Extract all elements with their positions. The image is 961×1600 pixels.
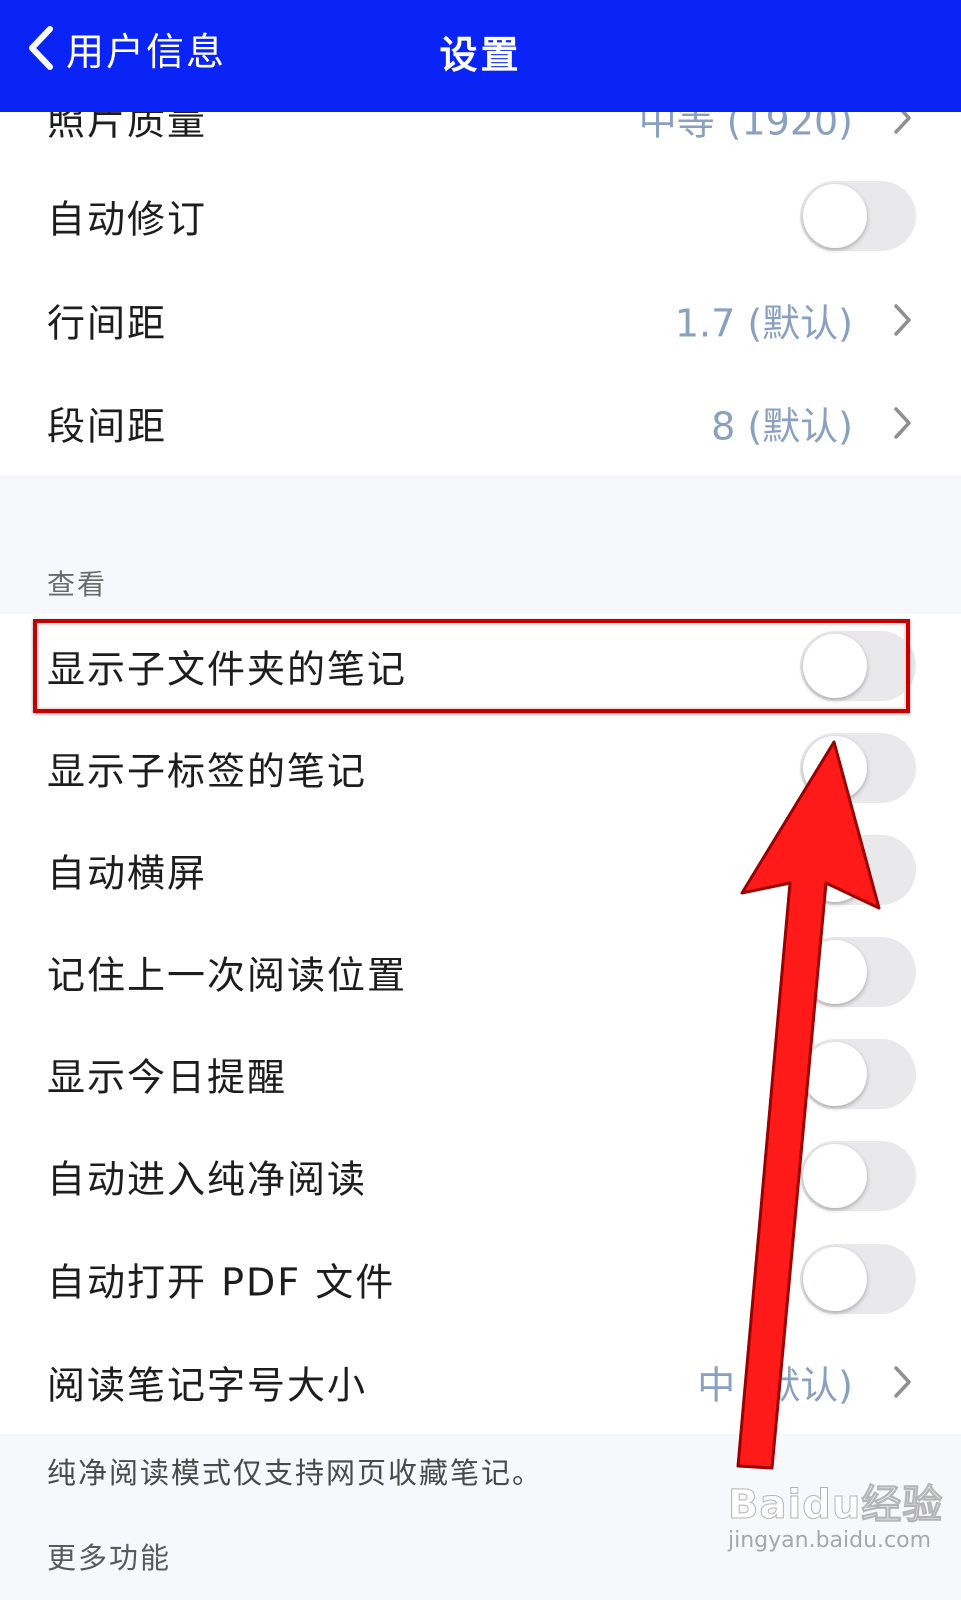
show-subfolder-notes-toggle[interactable] <box>800 631 916 701</box>
settings-row-line-spacing[interactable]: 行间距 1.7 (默认) <box>0 268 961 372</box>
row-label: 行间距 <box>47 301 168 346</box>
settings-row-show-subfolder-notes[interactable]: 显示子文件夹的笔记 <box>0 614 961 718</box>
settings-row-auto-revise[interactable]: 自动修订 <box>0 164 961 268</box>
toggle-knob <box>803 1144 867 1208</box>
row-label: 自动进入纯净阅读 <box>47 1157 368 1202</box>
settings-row-show-subtag-notes[interactable]: 显示子标签的笔记 <box>0 716 961 820</box>
auto-clean-read-toggle[interactable] <box>800 1141 916 1211</box>
settings-row-font-size[interactable]: 阅读笔记字号大小 中 (默认) <box>0 1330 961 1434</box>
row-label: 自动打开 PDF 文件 <box>47 1260 396 1305</box>
row-label: 显示子文件夹的笔记 <box>47 647 408 692</box>
auto-revise-toggle[interactable] <box>800 181 916 251</box>
settings-row-auto-landscape[interactable]: 自动横屏 <box>0 818 961 922</box>
today-reminder-toggle[interactable] <box>800 1039 916 1109</box>
section-header-more: 更多功能 <box>47 1541 172 1575</box>
chevron-right-icon <box>894 1366 911 1398</box>
settings-row-auto-open-pdf[interactable]: 自动打开 PDF 文件 <box>0 1227 961 1331</box>
remember-position-toggle[interactable] <box>800 937 916 1007</box>
auto-landscape-toggle[interactable] <box>800 835 916 905</box>
settings-screen: 照片质量 中等 (1920) 自动修订 行间距 1.7 (默认) 段间距 8 (… <box>0 0 961 1600</box>
toggle-knob <box>803 1247 867 1311</box>
toggle-knob <box>803 634 867 698</box>
toggle-knob <box>803 940 867 1004</box>
settings-row-remember-position[interactable]: 记住上一次阅读位置 <box>0 920 961 1024</box>
toggle-knob <box>803 736 867 800</box>
row-label: 显示子标签的笔记 <box>47 749 368 794</box>
row-label: 阅读笔记字号大小 <box>47 1363 368 1408</box>
navigation-bar: 用户信息 设置 <box>0 0 961 112</box>
section-separator <box>0 475 961 615</box>
clean-read-footnote: 纯净阅读模式仅支持网页收藏笔记。 <box>47 1456 544 1490</box>
row-label: 显示今日提醒 <box>47 1055 288 1100</box>
row-label: 自动修订 <box>47 197 208 242</box>
section-header-view: 查看 <box>47 568 108 601</box>
settings-list[interactable]: 照片质量 中等 (1920) 自动修订 行间距 1.7 (默认) 段间距 8 (… <box>0 0 961 1600</box>
chevron-right-icon <box>894 304 911 336</box>
toggle-knob <box>803 838 867 902</box>
settings-row-auto-clean-read[interactable]: 自动进入纯净阅读 <box>0 1124 961 1228</box>
show-subtag-notes-toggle[interactable] <box>800 733 916 803</box>
auto-open-pdf-toggle[interactable] <box>800 1244 916 1314</box>
row-value: 中 (默认) <box>697 1363 853 1408</box>
row-value: 8 (默认) <box>711 404 853 449</box>
toggle-knob <box>803 184 867 248</box>
row-label: 段间距 <box>47 404 168 449</box>
chevron-right-icon <box>894 407 911 439</box>
row-label: 记住上一次阅读位置 <box>47 953 408 998</box>
settings-row-today-reminder[interactable]: 显示今日提醒 <box>0 1022 961 1126</box>
toggle-knob <box>803 1042 867 1106</box>
settings-row-paragraph-spacing[interactable]: 段间距 8 (默认) <box>0 371 961 475</box>
row-label: 自动横屏 <box>47 851 208 896</box>
page-title: 设置 <box>439 33 522 77</box>
row-value: 1.7 (默认) <box>674 301 853 346</box>
